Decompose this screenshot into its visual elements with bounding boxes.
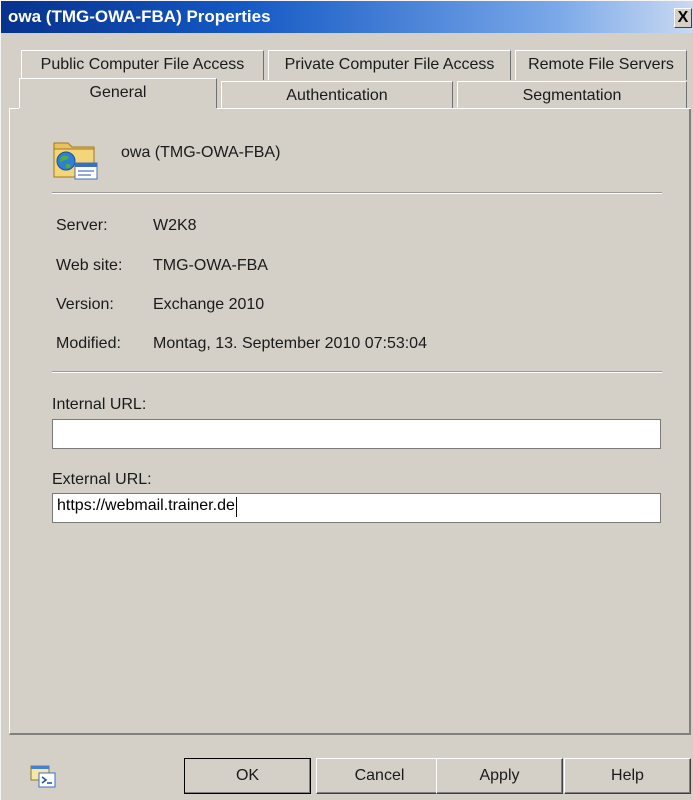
tab-segmentation[interactable]: Segmentation (457, 81, 687, 108)
object-name: owa (TMG-OWA-FBA) (121, 144, 281, 161)
ok-button[interactable]: OK (184, 758, 311, 794)
properties-dialog: owa (TMG-OWA-FBA) Properties X Public Co… (0, 0, 693, 800)
internal-url-label: Internal URL: (52, 396, 147, 413)
tab-remote-file-servers[interactable]: Remote File Servers (515, 50, 687, 80)
version-label: Version: (56, 296, 114, 313)
tab-general[interactable]: General (19, 78, 217, 109)
external-url-value: https://webmail.trainer.de (57, 497, 235, 514)
web-site-label: Web site: (56, 257, 123, 274)
close-button[interactable]: X (674, 8, 692, 28)
rule-help-icon[interactable] (30, 764, 56, 788)
separator (52, 192, 662, 194)
text-cursor (235, 497, 237, 517)
title-bar[interactable]: owa (TMG-OWA-FBA) Properties X (1, 1, 693, 33)
server-value: W2K8 (153, 217, 197, 234)
modified-label: Modified: (56, 335, 121, 352)
web-site-value: TMG-OWA-FBA (153, 257, 268, 274)
server-label: Server: (56, 217, 108, 234)
tab-public-computer-file-access[interactable]: Public Computer File Access (21, 50, 264, 80)
cancel-button[interactable]: Cancel (316, 758, 443, 794)
window-title: owa (TMG-OWA-FBA) Properties (8, 7, 271, 26)
external-url-label: External URL: (52, 471, 152, 488)
tab-private-computer-file-access[interactable]: Private Computer File Access (268, 50, 511, 80)
separator (52, 371, 662, 373)
version-value: Exchange 2010 (153, 296, 265, 313)
external-url-field[interactable]: https://webmail.trainer.de (52, 493, 661, 523)
modified-value: Montag, 13. September 2010 07:53:04 (153, 335, 427, 352)
apply-button[interactable]: Apply (436, 758, 563, 794)
internal-url-field[interactable] (52, 419, 661, 449)
web-publishing-rule-icon (53, 142, 98, 180)
tab-authentication[interactable]: Authentication (221, 81, 453, 108)
panel-edge (217, 108, 691, 109)
panel-edge (9, 108, 19, 109)
help-button[interactable]: Help (564, 758, 691, 794)
